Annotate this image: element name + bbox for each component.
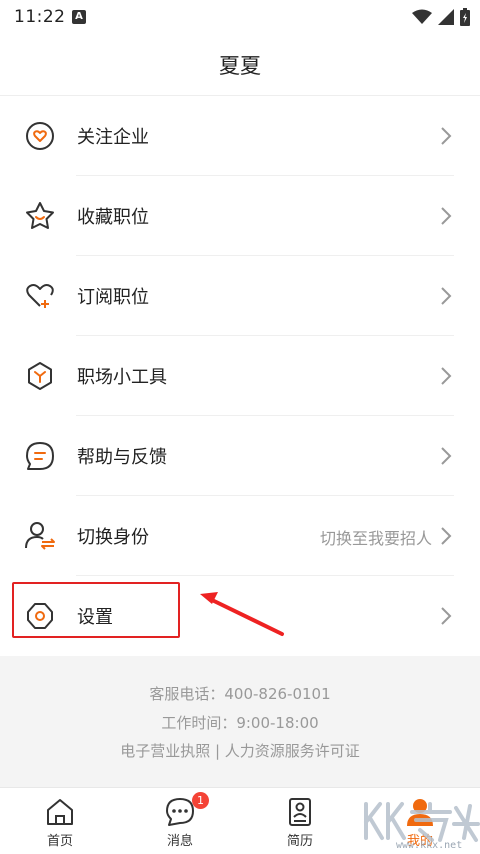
star-smile-icon [26, 202, 54, 229]
status-time: 11:22 [14, 7, 66, 27]
settings-highlight-box [12, 582, 180, 638]
menu-item-career-tools[interactable]: 职场小工具 [0, 336, 480, 416]
service-info: 客服电话：400-826-0101 工作时间：9:00-18:00 电子营业执照… [0, 656, 480, 787]
switch-identity-hint: 切换至我要招人 [319, 529, 432, 548]
chevron-right-icon [441, 287, 452, 305]
menu-item-help-feedback[interactable]: 帮助与反馈 [0, 416, 480, 496]
service-hours: 工作时间：9:00-18:00 [161, 714, 319, 732]
tab-label: 首页 [46, 834, 73, 849]
chat-bubble-icon [26, 442, 54, 470]
status-icons [412, 8, 470, 26]
annotation-arrow [200, 592, 284, 636]
menu-label: 切换身份 [77, 527, 149, 548]
license-links[interactable]: 电子营业执照 | 人力资源服务许可证 [0, 740, 480, 761]
menu-label: 关注企业 [77, 127, 149, 148]
watermark-url: www.kkx.net [396, 840, 463, 851]
menu-item-switch-identity[interactable]: 切换身份 切换至我要招人 [0, 496, 480, 576]
heart-plus-icon [26, 284, 54, 308]
signal-icon [438, 9, 454, 25]
notification-icon: A [72, 10, 86, 24]
chevron-right-icon [441, 127, 452, 145]
tab-resume[interactable]: 简历 [240, 788, 360, 854]
wifi-icon [412, 9, 432, 24]
tab-home[interactable]: 首页 [0, 788, 120, 854]
chevron-right-icon [441, 207, 452, 225]
chevron-right-icon [441, 527, 452, 545]
menu-label: 帮助与反馈 [77, 447, 167, 468]
hexagon-y-icon [28, 362, 52, 390]
page-header: 夏夏 [0, 34, 480, 96]
status-bar: 11:22 A [0, 0, 480, 34]
menu-list: 关注企业 收藏职位 订阅职位 职场小工具 帮助与反馈 切换身份 切换至我要招人 … [0, 96, 480, 656]
chevron-right-icon [441, 447, 452, 465]
menu-label: 订阅职位 [77, 287, 149, 308]
chevron-right-icon [441, 607, 452, 625]
menu-item-follow-companies[interactable]: 关注企业 [0, 96, 480, 176]
unread-badge: 1 [192, 792, 209, 809]
page-title: 夏夏 [219, 54, 261, 78]
battery-icon [460, 8, 470, 26]
menu-label: 职场小工具 [77, 367, 167, 388]
heart-circle-icon [26, 122, 54, 150]
tab-messages[interactable]: 1 消息 [120, 788, 240, 854]
service-phone: 客服电话：400-826-0101 [149, 685, 331, 703]
tab-label: 消息 [166, 834, 193, 849]
tab-label: 简历 [286, 834, 313, 849]
menu-label: 收藏职位 [77, 207, 149, 228]
chevron-right-icon [441, 367, 452, 385]
menu-item-subscribe-jobs[interactable]: 订阅职位 [0, 256, 480, 336]
resume-icon [289, 798, 311, 826]
menu-item-saved-jobs[interactable]: 收藏职位 [0, 176, 480, 256]
user-switch-icon [25, 522, 55, 550]
home-icon [47, 799, 73, 825]
